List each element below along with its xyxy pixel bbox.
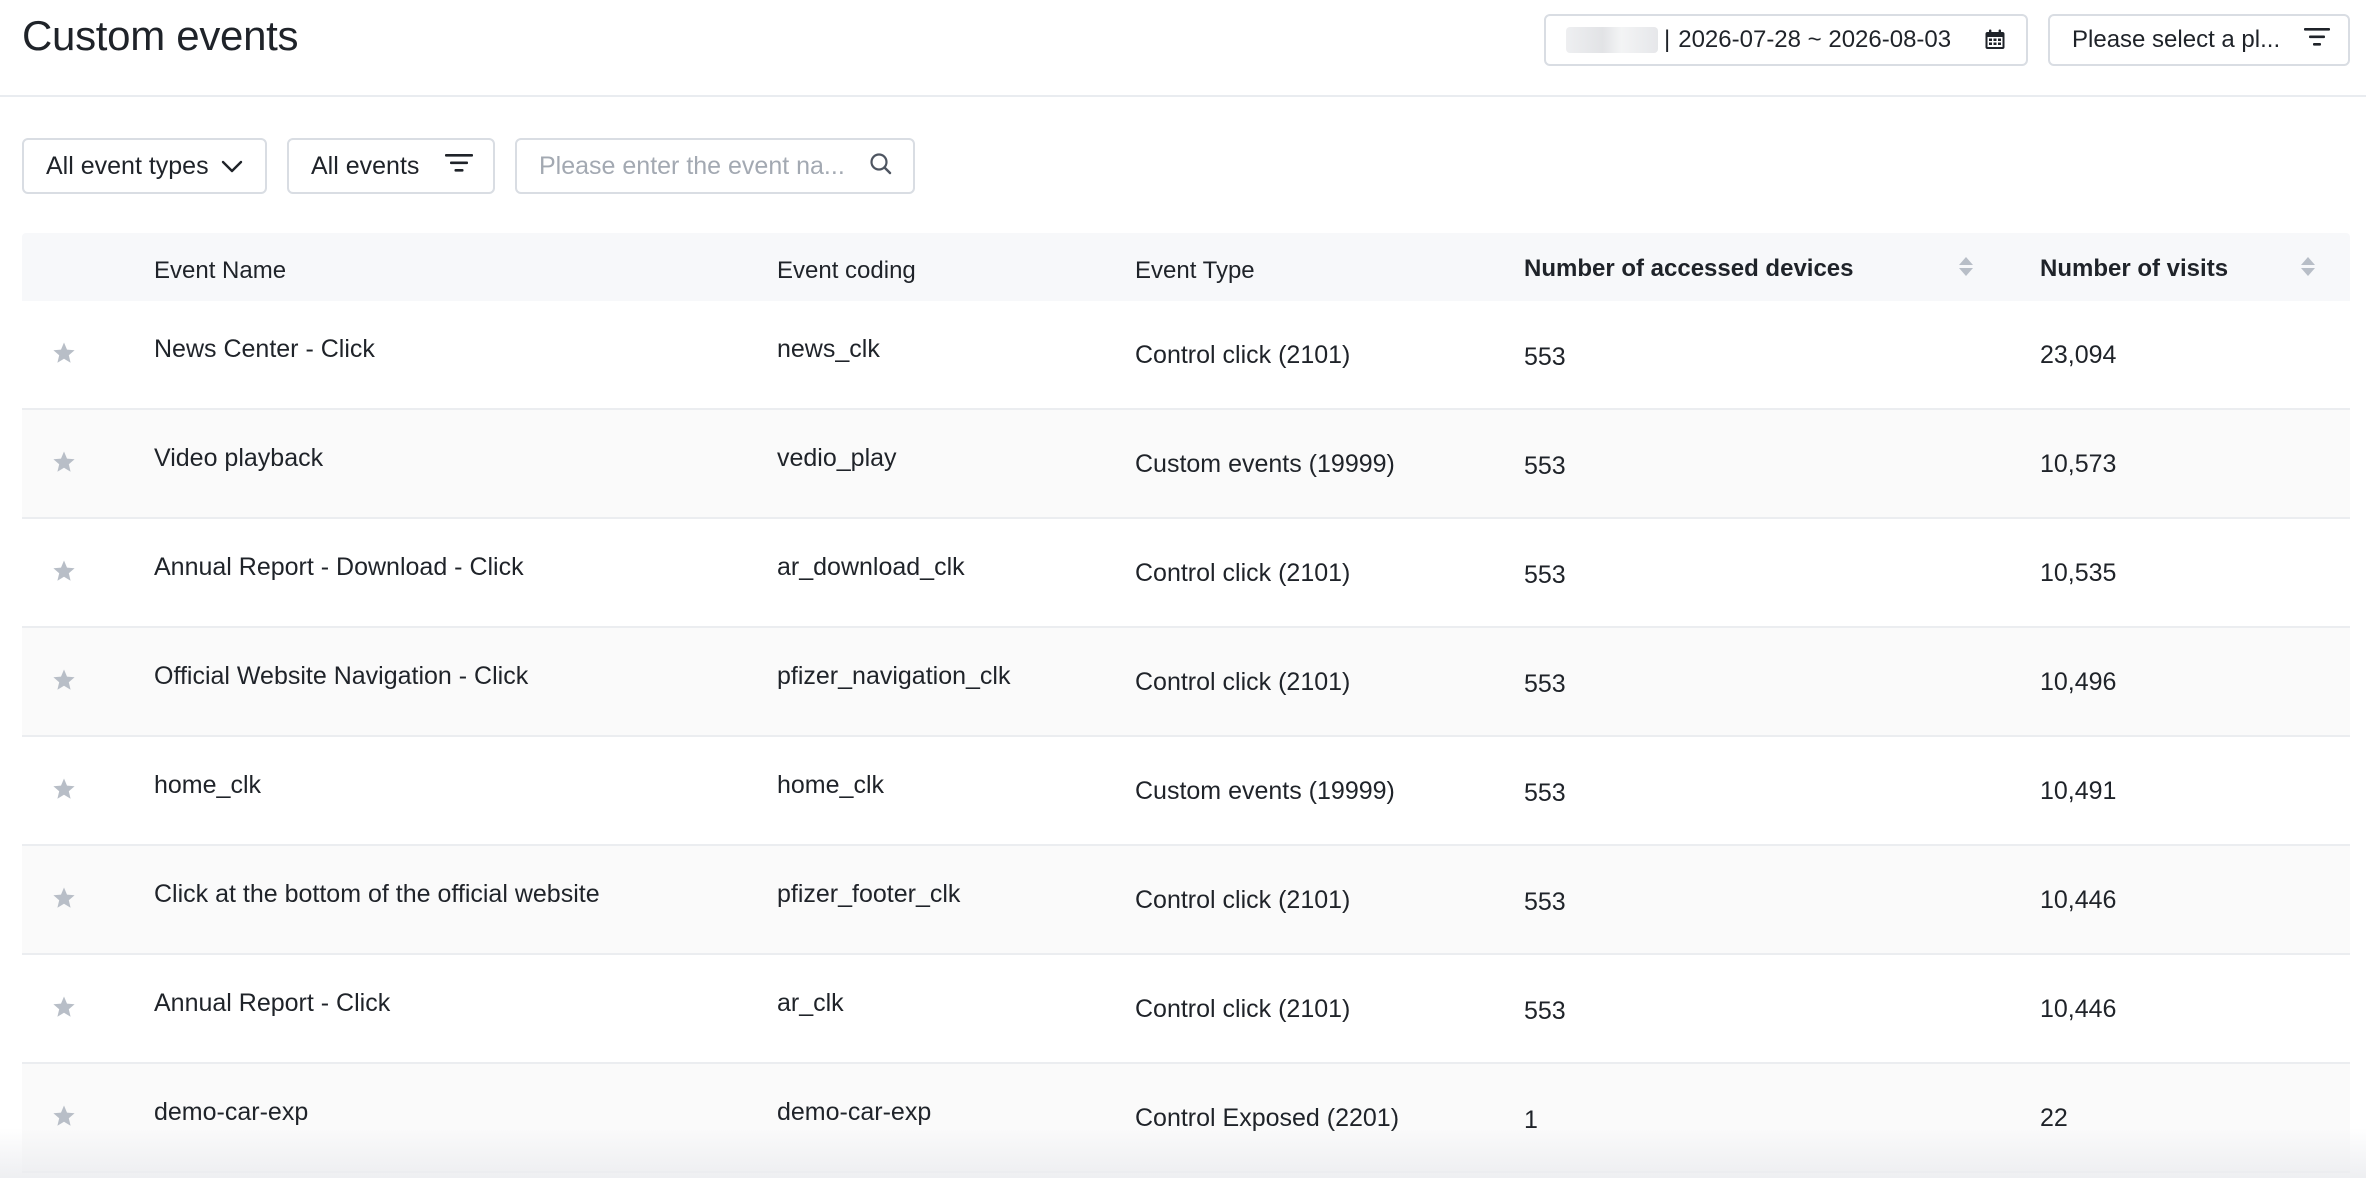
star-icon[interactable] [52,777,78,803]
cell-devices: 553 [1524,452,1566,480]
cell-event-name: Annual Report - Click [154,989,391,1017]
page: Custom events | 2026-07-28 ~ 2026-08-03 [0,0,2366,1178]
star-icon[interactable] [52,450,78,476]
cell-visits: 10,446 [2040,995,2117,1023]
sort-icon[interactable] [2301,253,2315,279]
star-icon[interactable] [52,886,78,912]
chevron-down-icon [221,152,243,181]
cell-visits: 22 [2040,1104,2068,1132]
cell-event-coding: ar_download_clk [777,553,965,581]
platform-select-label: Please select a pl... [2072,26,2281,53]
cell-event-type: Custom events (19999) [1135,777,1395,805]
date-range-value: 2026-07-28 ~ 2026-08-03 [1678,26,1952,53]
date-separator: | [1664,26,1671,53]
table-row[interactable]: demo-car-exp demo-car-exp Control Exposed … [22,1064,2350,1173]
table-row[interactable]: Click at the bottom of the official webs… [22,846,2350,955]
page-header: Custom events | 2026-07-28 ~ 2026-08-03 [0,0,2366,97]
column-header-event-type: Event Type [1135,257,1255,284]
date-range-picker[interactable]: | 2026-07-28 ~ 2026-08-03 [1544,14,2028,66]
cell-visits: 10,446 [2040,886,2117,914]
sort-icon[interactable] [1959,253,1973,279]
cell-event-name: Annual Report - Download - Click [154,553,524,581]
calendar-icon[interactable] [1982,27,2008,53]
cell-devices: 553 [1524,670,1566,698]
cell-event-name: Official Website Navigation - Click [154,662,529,690]
event-types-dropdown[interactable]: All event types [22,138,267,194]
star-icon[interactable] [52,1104,78,1130]
table-body: News Center - Click news_clk Control click… [22,301,2350,1173]
cell-visits: 10,535 [2040,559,2117,587]
cell-event-type: Control click (2101) [1135,341,1351,369]
column-header-visits[interactable]: Number of visits [2040,255,2228,283]
cell-event-coding: news_clk [777,335,880,363]
column-header-devices[interactable]: Number of accessed devices [1524,255,1854,283]
cell-event-coding: demo-car-exp [777,1098,932,1126]
table-row[interactable]: News Center - Click news_clk Control click… [22,301,2350,410]
filter-icon [2304,26,2330,55]
cell-event-coding: vedio_play [777,444,897,472]
cell-devices: 553 [1524,997,1566,1025]
cell-event-coding: pfizer_navigation_clk [777,662,1011,690]
cell-event-type: Control click (2101) [1135,668,1351,696]
event-search-box [515,138,915,194]
table-row[interactable]: Official Website Navigation - Click pfize… [22,628,2350,737]
table-row[interactable]: Annual Report - Download - Click ar_downl… [22,519,2350,628]
page-title: Custom events [22,12,299,59]
cell-devices: 553 [1524,888,1566,916]
cell-event-coding: pfizer_footer_clk [777,880,961,908]
event-types-label: All event types [46,151,209,180]
events-table: Event Name Event coding Event Type Numbe… [22,233,2350,1173]
cell-visits: 10,573 [2040,450,2117,478]
cell-devices: 553 [1524,561,1566,589]
star-icon[interactable] [52,341,78,367]
table-row[interactable]: Video playback vedio_play Custom events (1… [22,410,2350,519]
cell-event-name: demo-car-exp [154,1098,309,1126]
cell-event-type: Control Exposed (2201) [1135,1104,1400,1132]
cell-event-type: Custom events (19999) [1135,450,1395,478]
filter-icon [445,152,473,181]
cell-event-name: Click at the bottom of the official webs… [154,880,600,908]
cell-devices: 1 [1524,1106,1538,1134]
cell-event-type: Control click (2101) [1135,886,1351,914]
column-header-event-name: Event Name [154,257,287,284]
table-header: Event Name Event coding Event Type Numbe… [22,233,2350,301]
cell-event-name: home_clk [154,771,261,799]
cell-devices: 553 [1524,779,1566,807]
star-icon[interactable] [52,668,78,694]
star-icon[interactable] [52,995,78,1021]
column-header-event-coding: Event coding [777,257,916,284]
cell-visits: 23,094 [2040,341,2117,369]
cell-event-type: Control click (2101) [1135,559,1351,587]
cell-event-name: News Center - Click [154,335,375,363]
cell-event-coding: ar_clk [777,989,844,1017]
cell-event-name: Video playback [154,444,324,472]
cell-event-type: Control click (2101) [1135,995,1351,1023]
table-row[interactable]: home_clk home_clk Custom events (19999) 553… [22,737,2350,846]
blurred-date-preset [1566,27,1658,53]
cell-devices: 553 [1524,343,1566,371]
events-filter-label: All events [311,151,420,180]
cell-event-coding: home_clk [777,771,884,799]
cell-visits: 10,491 [2040,777,2117,805]
table-row[interactable]: Annual Report - Click ar_clk Control click… [22,955,2350,1064]
star-icon[interactable] [52,559,78,585]
search-icon[interactable] [869,152,893,181]
event-search-input[interactable] [539,151,869,181]
platform-select[interactable]: Please select a pl... [2048,14,2350,66]
cell-visits: 10,496 [2040,668,2117,696]
events-filter-button[interactable]: All events [287,138,495,194]
